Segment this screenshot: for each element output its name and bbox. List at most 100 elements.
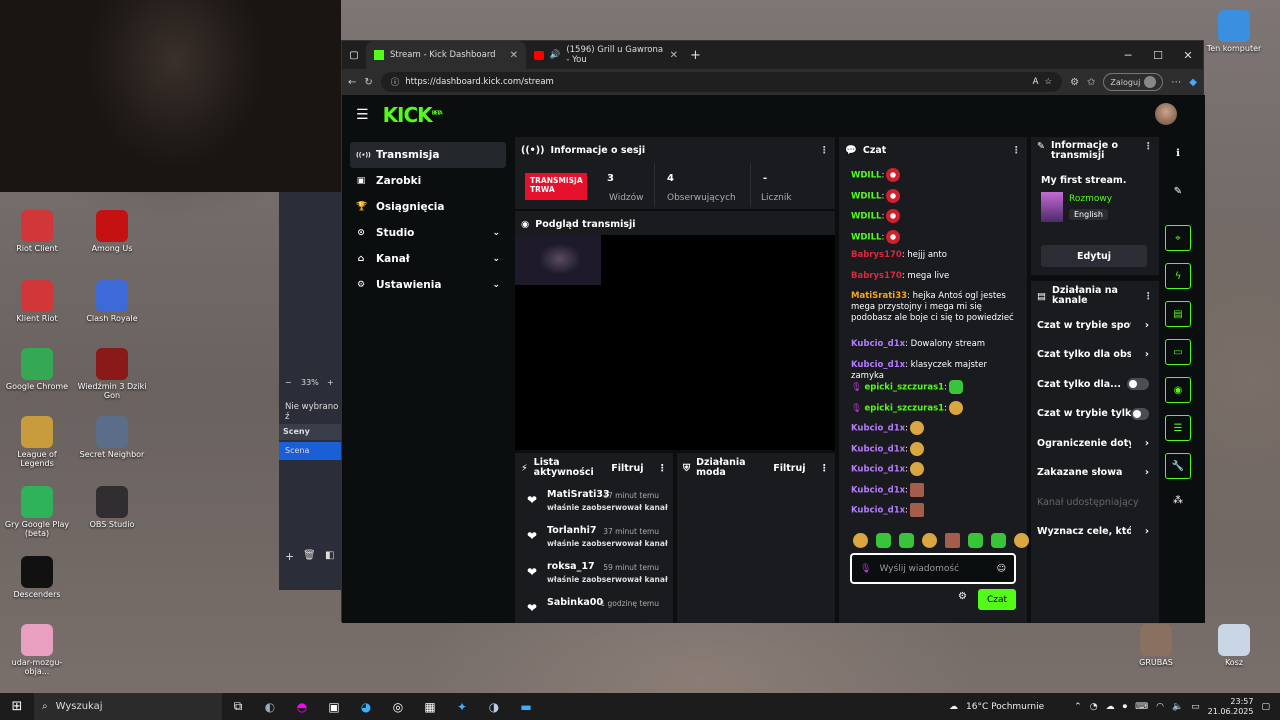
maximize-icon[interactable]: ☐ [1143,41,1173,69]
task-view-icon[interactable]: ⧉ [222,693,254,720]
reload-icon[interactable]: ↻ [364,77,372,88]
more-icon[interactable]: ⋯ [1171,77,1181,88]
apps-icon[interactable]: ⁂ [1165,487,1191,513]
chat-username[interactable]: epicki_szczuras1 [865,403,945,413]
desktop-icon[interactable]: Gry Google Play (beta) [2,486,72,539]
close-window-icon[interactable]: ✕ [1173,41,1203,69]
chat-username[interactable]: Kubcio_d1x [851,424,905,434]
menu-icon[interactable]: ☰ [356,107,369,123]
chat-input[interactable]: 🎙 Wyślij wiadomość ☺ [850,553,1016,584]
sidebar-item[interactable]: 🏆 Osiągnięcia [350,194,506,220]
taskbar-search[interactable]: ⌕ Wyszukaj [34,693,222,720]
mic-tray-icon[interactable]: ⏺ [1123,702,1128,712]
send-chat-button[interactable]: Czat [978,589,1016,610]
emote-icon[interactable] [945,533,960,548]
desktop-icon[interactable]: Kosz [1199,624,1269,668]
emoji-icon[interactable]: ☺ [997,564,1006,574]
desktop-icon[interactable]: Descenders [2,556,72,600]
user-avatar[interactable] [1155,103,1177,125]
chat-rail-icon[interactable]: ▭ [1165,339,1191,365]
cloud-icon[interactable]: ☁ [1106,702,1115,712]
mic-icon[interactable]: 🎙 [860,564,871,574]
desktop-icon[interactable]: GRUBAS [1121,624,1191,668]
steam-taskbar-icon[interactable]: ◑ [478,693,510,720]
document-icon[interactable]: ▤ [1165,301,1191,327]
edit-rail-icon[interactable]: ✎ [1165,178,1191,204]
chat-username[interactable]: Kubcio_d1x [851,360,905,370]
sidebar-item[interactable]: ⌂ Kanał ⌄ [350,246,506,272]
emote-icon[interactable] [968,533,983,548]
desktop-icon[interactable]: Clash Royale [77,280,147,324]
chat-username[interactable]: WDILL [851,232,881,242]
desktop-icon[interactable]: League of Legends [2,416,72,469]
broadcast-rail-icon[interactable]: ◉ [1165,377,1191,403]
tab-youtube[interactable]: 🔊 (1596) Grill u Gawrona - You ✕ [526,41,686,69]
more-icon[interactable]: ⋮ [820,145,830,156]
chat-username[interactable]: epicki_szczuras1 [865,383,945,393]
emote-icon[interactable] [853,533,868,548]
explorer-icon[interactable]: ▦ [414,693,446,720]
steam-icon[interactable]: ◐ [254,693,286,720]
capcut-icon[interactable]: ✦ [446,693,478,720]
more-icon[interactable]: ⋮ [658,463,668,474]
more-icon[interactable]: ⋮ [1012,145,1022,156]
info-icon[interactable]: ℹ [1165,140,1191,166]
emote-icon[interactable] [1014,533,1029,548]
close-tab-icon[interactable]: ✕ [670,50,678,61]
channel-action-item[interactable]: Ograniczenie dotyczące › [1037,435,1149,451]
toggle-switch[interactable] [1127,378,1149,390]
read-aloud-icon[interactable]: A [1033,77,1039,87]
channel-action-item[interactable]: Wyznacz cele, które... › [1037,524,1149,540]
more-icon[interactable]: ⋮ [820,463,830,474]
chat-username[interactable]: WDILL [851,212,881,222]
kick-logo[interactable]: KICKBETA [383,103,443,127]
emote-icon[interactable] [922,533,937,548]
store-icon[interactable]: ▬ [510,693,542,720]
chat-username[interactable]: Kubcio_d1x [851,444,905,454]
desktop-icon[interactable]: Among Us [77,210,147,254]
new-tab-icon[interactable]: + [690,48,701,63]
mod-filter-button[interactable]: Filtruj [773,463,805,474]
target-icon[interactable]: ⌖ [1165,225,1191,251]
stream-category[interactable]: Rozmowy [1069,194,1112,204]
desktop-icon[interactable]: Wiedźmin 3 Dziki Gon [77,348,147,401]
desktop-icon[interactable]: Secret Neighbor [77,416,147,460]
more-icon[interactable]: ⋮ [1144,141,1154,152]
chat-username[interactable]: Babrys170 [851,271,902,281]
chat-username[interactable]: Kubcio_d1x [851,465,905,475]
obs-filter-icon[interactable]: ◧ [325,550,334,561]
discord-icon[interactable]: ◓ [286,693,318,720]
keyboard-icon[interactable]: ⌨ [1135,702,1148,712]
stream-preview[interactable] [515,235,835,450]
emote-icon[interactable] [991,533,1006,548]
channel-action-item[interactable]: Czat w trybie spowolnienia › [1037,317,1149,333]
chat-settings-icon[interactable]: ⚙ [958,591,967,602]
activity-filter-button[interactable]: Filtruj [611,463,643,474]
chat-username[interactable]: WDILL [851,171,881,181]
obs-taskbar-icon[interactable]: ◎ [382,693,414,720]
obs-trash-icon[interactable]: 🗑 [303,550,316,561]
windows-start-icon[interactable]: ⊞ [0,699,34,714]
desktop-icon[interactable]: udar-mozgu-obja... [2,624,72,677]
edge-icon[interactable]: ◕ [350,693,382,720]
notification-icon[interactable]: ▢ [1261,702,1270,712]
list-rail-icon[interactable]: ☰ [1165,415,1191,441]
edit-button[interactable]: Edytuj [1041,245,1147,267]
favorite-icon[interactable]: ☆ [1044,77,1052,87]
tab-kick[interactable]: Stream - Kick Dashboard ✕ [366,41,526,69]
emote-icon[interactable] [876,533,891,548]
obs-zoom-plus[interactable]: + [327,378,334,387]
desktop-icon[interactable]: Riot Client [2,210,72,254]
extensions-icon[interactable]: ⚙ [1070,77,1079,88]
channel-action-item[interactable]: Zakazane słowa › [1037,465,1149,481]
emote-icon[interactable] [899,533,914,548]
sidebar-item[interactable]: ⚙ Ustawienia ⌄ [350,272,506,298]
chat-username[interactable]: Kubcio_d1x [851,339,905,349]
desktop-icon[interactable]: Klient Riot [2,280,72,324]
copilot-icon[interactable]: ◆ [1189,77,1197,88]
chat-username[interactable]: Babrys170 [851,250,902,260]
chat-username[interactable]: Kubcio_d1x [851,506,905,516]
desktop-icon[interactable]: Google Chrome [2,348,72,392]
channel-action-item[interactable]: Czat tylko dla obserwujących › [1037,347,1149,363]
toggle-switch[interactable] [1130,407,1149,420]
